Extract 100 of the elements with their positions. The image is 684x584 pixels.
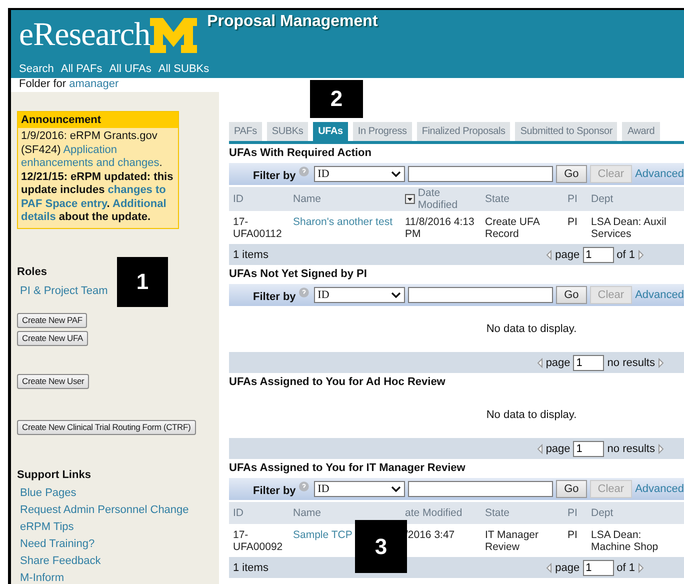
support-link[interactable]: Need Training? xyxy=(20,538,95,550)
role-link[interactable]: PI & Project Team xyxy=(20,284,108,296)
announcement-text: 1/9/2016: eRPM Grants.gov (SF424) Application enhancements and changes. 12/21/15: eRPM updated: this update includes changes to PAF Space entry. Additional details about the update. xyxy=(20,129,174,225)
callout-marker: 3 xyxy=(355,520,407,573)
table-cell-text: PI xyxy=(568,529,578,541)
filter-label: Filter by xyxy=(253,291,296,303)
filter-dropdown[interactable]: ID xyxy=(314,481,406,497)
create-button[interactable]: Create New Clinical Trial Routing Form (CTRF) xyxy=(17,420,196,434)
go-button[interactable]: Go xyxy=(556,480,587,498)
announcement-link[interactable]: PAF Space entry xyxy=(21,198,107,210)
sort-icon xyxy=(405,194,415,204)
nav-link[interactable]: Search xyxy=(19,63,54,75)
page-label: page xyxy=(546,442,570,454)
table-cell-text: IT Manager Review xyxy=(485,529,540,553)
page-label: page xyxy=(555,562,580,574)
previous-page-icon[interactable] xyxy=(536,444,543,454)
next-page-icon[interactable] xyxy=(638,250,644,260)
page-total: no results xyxy=(607,356,655,368)
advanced-link[interactable]: Advanced xyxy=(635,483,684,495)
tab[interactable]: Award xyxy=(622,122,660,141)
nav-link[interactable]: All SUBKs xyxy=(158,63,210,75)
section-title: UFAs With Required Action xyxy=(229,146,372,161)
filter-label: Filter by xyxy=(253,485,296,497)
user-link[interactable]: amanager xyxy=(69,78,119,90)
help-icon[interactable] xyxy=(298,286,309,298)
column-header[interactable]: Dept xyxy=(591,193,616,205)
table-cell-text: 11/8/2016 4:13 PM xyxy=(405,216,476,240)
column-header[interactable]: PI xyxy=(568,193,580,205)
column-header[interactable]: Dept xyxy=(591,507,616,519)
column-header[interactable]: ate Modified xyxy=(405,507,466,519)
tab[interactable]: In Progress xyxy=(352,122,412,141)
tab[interactable]: UFAs xyxy=(313,122,348,141)
next-page-icon[interactable] xyxy=(638,562,644,572)
next-page-icon[interactable] xyxy=(658,444,664,454)
support-link[interactable]: Request Admin Personnel Change xyxy=(20,504,189,516)
tab[interactable]: SUBKs xyxy=(266,122,308,141)
previous-page-icon[interactable] xyxy=(546,250,552,260)
table-cell-text: LSA Dean: Auxil Services xyxy=(591,216,668,240)
support-heading: Support Links xyxy=(17,468,92,480)
chevron-icon xyxy=(391,171,402,177)
page-input[interactable]: 1 xyxy=(582,246,614,262)
column-header[interactable]: Name xyxy=(293,193,324,205)
announcement-link[interactable]: enhancements and changes xyxy=(21,157,160,169)
previous-page-icon[interactable] xyxy=(546,562,552,572)
page-label: page xyxy=(546,356,570,368)
next-page-icon[interactable] xyxy=(658,358,664,368)
create-button[interactable]: Create New PAF xyxy=(17,312,88,328)
filter-dropdown[interactable]: ID xyxy=(314,166,406,182)
tab[interactable]: Finalized Proposals xyxy=(416,122,510,141)
block-m-logo xyxy=(150,18,198,53)
previous-page-icon[interactable] xyxy=(536,358,543,368)
page-label: page xyxy=(555,248,580,260)
support-link[interactable]: M-Inform xyxy=(20,572,64,584)
table-cell-text: PI xyxy=(568,216,578,228)
table-cell-text: LSA Dean: Machine Shop xyxy=(591,529,660,553)
support-link[interactable]: Share Feedback xyxy=(20,554,101,566)
filter-input[interactable] xyxy=(408,166,554,182)
column-header[interactable]: State xyxy=(485,193,513,205)
advanced-link[interactable]: Advanced xyxy=(635,289,684,301)
go-button[interactable]: Go xyxy=(556,165,587,183)
tab[interactable]: Submitted to Sponsor xyxy=(515,122,618,141)
chevron-icon xyxy=(391,486,402,492)
create-button[interactable]: Create New User xyxy=(17,374,90,388)
record-link[interactable]: Sample TCP xyxy=(293,529,352,541)
record-link[interactable]: Sharon's another test xyxy=(293,216,392,228)
announcement-link[interactable]: Application xyxy=(63,144,118,156)
nav-link[interactable]: All PAFs xyxy=(60,63,102,75)
help-icon[interactable] xyxy=(298,166,309,176)
announcement-link[interactable]: changes to xyxy=(108,184,166,196)
filter-label: Filter by xyxy=(253,170,296,182)
table-cell-text: 17-UFA00112 xyxy=(233,216,283,240)
go-button[interactable]: Go xyxy=(556,286,587,304)
item-count: 1 items xyxy=(233,248,268,260)
page-total: no results xyxy=(607,442,655,454)
chevron-icon xyxy=(391,292,402,298)
help-icon[interactable] xyxy=(298,480,309,492)
column-header[interactable]: Name xyxy=(293,507,324,519)
filter-dropdown[interactable]: ID xyxy=(314,287,406,303)
column-header[interactable]: State xyxy=(485,507,513,519)
advanced-link[interactable]: Advanced xyxy=(635,168,684,180)
column-header[interactable]: ID xyxy=(233,507,246,519)
nav-link[interactable]: All UFAs xyxy=(109,63,152,75)
page-input[interactable]: 1 xyxy=(582,560,614,576)
filter-input[interactable] xyxy=(408,481,554,497)
roles-heading: Roles xyxy=(17,266,48,278)
column-header[interactable]: PI xyxy=(568,507,580,519)
page-input[interactable]: 1 xyxy=(573,354,604,370)
item-count: 1 items xyxy=(233,562,268,574)
announcement-link[interactable]: details xyxy=(21,211,56,223)
page-total: of 1 xyxy=(616,562,635,574)
tab[interactable]: PAFs xyxy=(229,122,262,141)
column-header[interactable]: Date Modified xyxy=(405,187,485,211)
create-button[interactable]: Create New UFA xyxy=(17,330,88,346)
column-header[interactable]: ID xyxy=(233,193,246,205)
announcement-link[interactable]: Additional xyxy=(112,198,166,210)
support-link[interactable]: Blue Pages xyxy=(20,486,76,498)
support-link[interactable]: eRPM Tips xyxy=(20,520,74,532)
empty-message: No data to display. xyxy=(486,408,577,420)
page-input[interactable]: 1 xyxy=(573,440,604,456)
filter-input[interactable] xyxy=(408,287,554,303)
